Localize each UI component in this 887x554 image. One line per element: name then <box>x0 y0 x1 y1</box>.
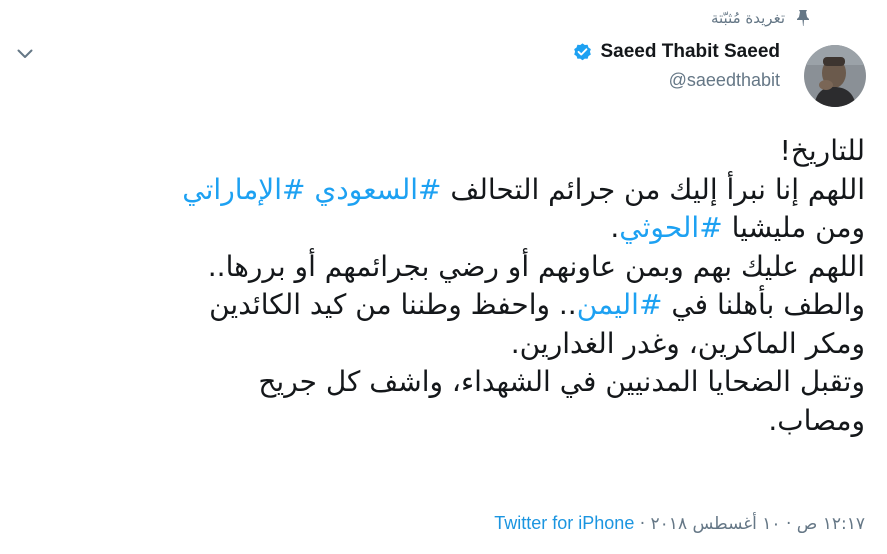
hashtag-link[interactable]: #السعودي <box>314 173 441 206</box>
tweet-text-segment: اللهم عليك بهم وبمن عاونهم أو رضي بجرائم… <box>207 249 865 283</box>
tweet-timestamp[interactable]: ١٢:١٧ ص · ١٠ أغسطس ٢٠١٨ <box>651 514 865 534</box>
tweet-line: ومصاب. <box>25 402 865 441</box>
tweet-text-segment: ومن مليشيا <box>722 211 865 244</box>
tweet-source-link[interactable]: Twitter for iPhone <box>494 513 634 533</box>
avatar[interactable] <box>804 45 866 107</box>
hashtag-link[interactable]: #الإماراتي <box>182 173 305 206</box>
tweet-line: وتقبل الضحايا المدنيين في الشهداء، واشف … <box>25 363 865 402</box>
tweet-line: ومكر الماكرين، وغدر الغدارين. <box>25 325 865 364</box>
author-handle[interactable]: @saeedthabit <box>572 70 780 91</box>
author-block: Saeed Thabit Saeed @saeedthabit <box>572 38 780 91</box>
hashtag-link[interactable]: #الحوثي <box>619 211 722 244</box>
chevron-down-icon <box>17 44 33 63</box>
tweet-text-segment: للتاريخ! <box>779 134 865 167</box>
tweet-text-segment: . <box>610 211 620 244</box>
tweet-line: ومن مليشيا #الحوثي. <box>25 209 865 248</box>
pinned-label: تغريدة مُثبّتة <box>710 9 785 27</box>
verified-badge-icon <box>572 42 593 63</box>
tweet-meta: ١٢:١٧ ص · ١٠ أغسطس ٢٠١٨ · Twitter for iP… <box>494 513 865 534</box>
pinned-tweet-header: تغريدة مُثبّتة <box>711 7 811 29</box>
tweet-menu-button[interactable] <box>14 42 36 64</box>
author-display-name[interactable]: Saeed Thabit Saeed <box>600 41 780 63</box>
tweet-text-segment: .. واحفظ وطننا من كيد الكائدين <box>209 288 577 321</box>
pin-icon <box>795 9 811 27</box>
tweet-line: والطف بأهلنا في #اليمن.. واحفظ وطننا من … <box>25 286 865 325</box>
tweet-text-segment: ومكر الماكرين، وغدر الغدارين. <box>510 326 865 360</box>
tweet-line: اللهم إنا نبرأ إليك من جرائم التحالف #ال… <box>25 171 865 210</box>
tweet-text-segment: وتقبل الضحايا المدنيين في الشهداء، واشف … <box>258 365 865 398</box>
meta-separator: · <box>634 514 651 534</box>
tweet-text-segment: اللهم إنا نبرأ إليك من جرائم التحالف <box>441 172 865 206</box>
tweet-line: اللهم عليك بهم وبمن عاونهم أو رضي بجرائم… <box>25 248 865 287</box>
tweet-line: للتاريخ! <box>25 132 865 171</box>
tweet-text-segment: ومصاب. <box>768 403 865 437</box>
tweet-text: للتاريخ! اللهم إنا نبرأ إليك من جرائم الت… <box>25 132 865 440</box>
hashtag-link[interactable]: #اليمن <box>577 288 663 321</box>
tweet-text-segment: والطف بأهلنا في <box>662 288 865 321</box>
